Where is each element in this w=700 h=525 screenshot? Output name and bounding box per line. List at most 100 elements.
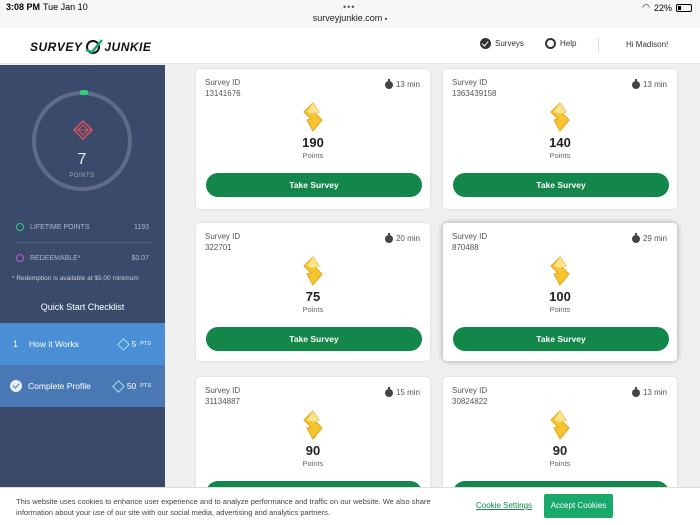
take-survey-button[interactable]: Take Survey xyxy=(453,173,669,197)
survey-duration-value: 13 min xyxy=(642,388,667,397)
survey-duration-value: 20 min xyxy=(395,234,420,243)
status-bar: 3:08 PM Tue Jan 10 ••• surveyjunkie.com … xyxy=(0,0,700,28)
survey-duration: 20 min xyxy=(384,232,420,243)
survey-id: 30824822 xyxy=(452,397,488,406)
survey-points: 140 xyxy=(549,135,571,150)
checklist-points-unit: PTS xyxy=(140,341,151,347)
checklist-label: How it Works xyxy=(29,339,79,349)
checklist-item-how-it-works[interactable]: 1 How it Works 5 PTS xyxy=(0,323,165,365)
survey-duration-value: 15 min xyxy=(395,388,420,397)
lifetime-points-row: LIFETIME POINTS 1193 xyxy=(16,223,149,231)
survey-id: 322701 xyxy=(205,243,232,252)
survey-id-label: Survey ID xyxy=(205,232,241,241)
checklist-title: Quick Start Checklist xyxy=(40,302,125,312)
survey-card[interactable]: Survey ID 1363439158 13 min 140 Points T… xyxy=(443,69,677,209)
accept-cookies-button[interactable]: Accept Cookies xyxy=(544,494,613,518)
lifetime-value: 1193 xyxy=(133,223,149,231)
survey-points-label: Points xyxy=(549,305,571,314)
lifetime-label: LIFETIME POINTS xyxy=(30,223,90,231)
survey-points-label: Points xyxy=(549,459,571,468)
checklist-label: Complete Profile xyxy=(28,381,91,391)
user-greeting[interactable]: Hi Madison! xyxy=(626,40,668,49)
stopwatch-icon xyxy=(384,386,393,397)
points-label: POINTS xyxy=(69,173,95,179)
survey-card[interactable]: Survey ID 13141676 13 min 190 Points Tak… xyxy=(196,69,430,209)
survey-id: 13141676 xyxy=(205,89,241,98)
checklist-number: 1 xyxy=(13,339,19,349)
address-bar[interactable]: surveyjunkie.com ▪ xyxy=(0,13,700,23)
survey-duration-value: 29 min xyxy=(642,234,667,243)
diamond-icon xyxy=(111,379,125,393)
survey-points: 90 xyxy=(305,443,321,458)
diamond-icon xyxy=(116,337,130,351)
survey-duration: 15 min xyxy=(384,386,420,397)
gold-gem-icon xyxy=(303,256,323,286)
survey-id: 1363439158 xyxy=(452,89,497,98)
survey-id-label: Survey ID xyxy=(452,386,488,395)
logo-text-right: JUNKIE xyxy=(104,40,152,54)
stat-divider xyxy=(16,242,152,243)
gold-gem-icon xyxy=(550,102,570,132)
redeemable-circle-icon xyxy=(16,254,24,262)
survey-id-label: Survey ID xyxy=(205,386,241,395)
survey-id: 31134887 xyxy=(205,397,240,406)
take-survey-button[interactable]: Take Survey xyxy=(206,327,422,351)
nav-divider xyxy=(598,38,599,52)
lifetime-circle-icon xyxy=(16,223,24,231)
points-sidebar: 7 POINTS LIFETIME POINTS 1193 REDEEMABLE… xyxy=(0,65,165,525)
cookie-text: This website uses cookies to enhance use… xyxy=(16,497,431,517)
status-time: 3:08 PM xyxy=(6,2,41,12)
nav-help-label: Help xyxy=(560,39,577,48)
redeemable-value: $0.07 xyxy=(131,254,149,262)
checklist-points-value: 50 xyxy=(126,381,137,391)
checklist-points-value: 5 xyxy=(131,339,137,349)
points-value: 7 xyxy=(77,151,87,168)
stopwatch-icon xyxy=(631,78,640,89)
gold-gem-icon xyxy=(303,102,323,132)
survey-points: 75 xyxy=(305,289,321,304)
survey-duration: 13 min xyxy=(631,78,667,89)
checklist-item-complete-profile[interactable]: Complete Profile 50 PTS xyxy=(0,365,165,407)
status-date: Tue Jan 10 xyxy=(43,2,88,12)
survey-junkie-logo[interactable]: SURVEY JUNKIE xyxy=(30,37,151,57)
site-header: SURVEY JUNKIE Surveys Help Hi Madison! xyxy=(0,28,700,64)
redemption-note: * Redemption is available at $5.00 minim… xyxy=(12,275,139,282)
survey-points-label: Points xyxy=(302,151,324,160)
cookie-banner: This website uses cookies to enhance use… xyxy=(0,487,700,525)
more-dots-icon[interactable]: ••• xyxy=(343,2,355,12)
survey-duration: 13 min xyxy=(384,78,420,89)
nav-help[interactable]: Help xyxy=(545,38,576,49)
survey-duration: 29 min xyxy=(631,232,667,243)
survey-points: 100 xyxy=(549,289,571,304)
survey-points-label: Points xyxy=(549,151,571,160)
logo-text-left: SURVEY xyxy=(30,40,83,54)
survey-id-label: Survey ID xyxy=(452,78,488,87)
stopwatch-icon xyxy=(631,386,640,397)
survey-id: 870488 xyxy=(452,243,479,252)
checklist-points: 5 PTS xyxy=(116,337,151,351)
redeemable-row: REDEEMABLE* $0.07 xyxy=(16,254,149,262)
gold-gem-icon xyxy=(550,256,570,286)
nav-surveys[interactable]: Surveys xyxy=(480,38,524,49)
battery-percent: 22% xyxy=(653,2,672,13)
redeemable-label: REDEEMABLE* xyxy=(30,254,81,262)
survey-duration-value: 13 min xyxy=(642,80,667,89)
url-text: surveyjunkie.com xyxy=(312,13,383,23)
survey-id-label: Survey ID xyxy=(205,78,241,87)
gold-gem-icon xyxy=(550,410,570,440)
take-survey-button[interactable]: Take Survey xyxy=(206,173,422,197)
survey-points: 90 xyxy=(552,443,568,458)
logo-swoosh-icon xyxy=(85,39,104,54)
survey-id-label: Survey ID xyxy=(452,232,488,241)
checklist-points: 50 PTS xyxy=(111,379,151,393)
stopwatch-icon xyxy=(384,232,393,243)
survey-duration: 13 min xyxy=(631,386,667,397)
survey-card[interactable]: Survey ID 322701 20 min 75 Points Take S… xyxy=(196,223,430,361)
gold-gem-icon xyxy=(303,410,323,440)
cookie-settings-link[interactable]: Cookie Settings xyxy=(476,501,532,510)
survey-card[interactable]: Survey ID 870488 29 min 100 Points Take … xyxy=(443,223,677,361)
take-survey-button[interactable]: Take Survey xyxy=(453,327,669,351)
diamond-icon xyxy=(73,120,93,140)
battery-icon xyxy=(676,3,692,12)
wifi-icon: ◠ xyxy=(642,2,650,12)
